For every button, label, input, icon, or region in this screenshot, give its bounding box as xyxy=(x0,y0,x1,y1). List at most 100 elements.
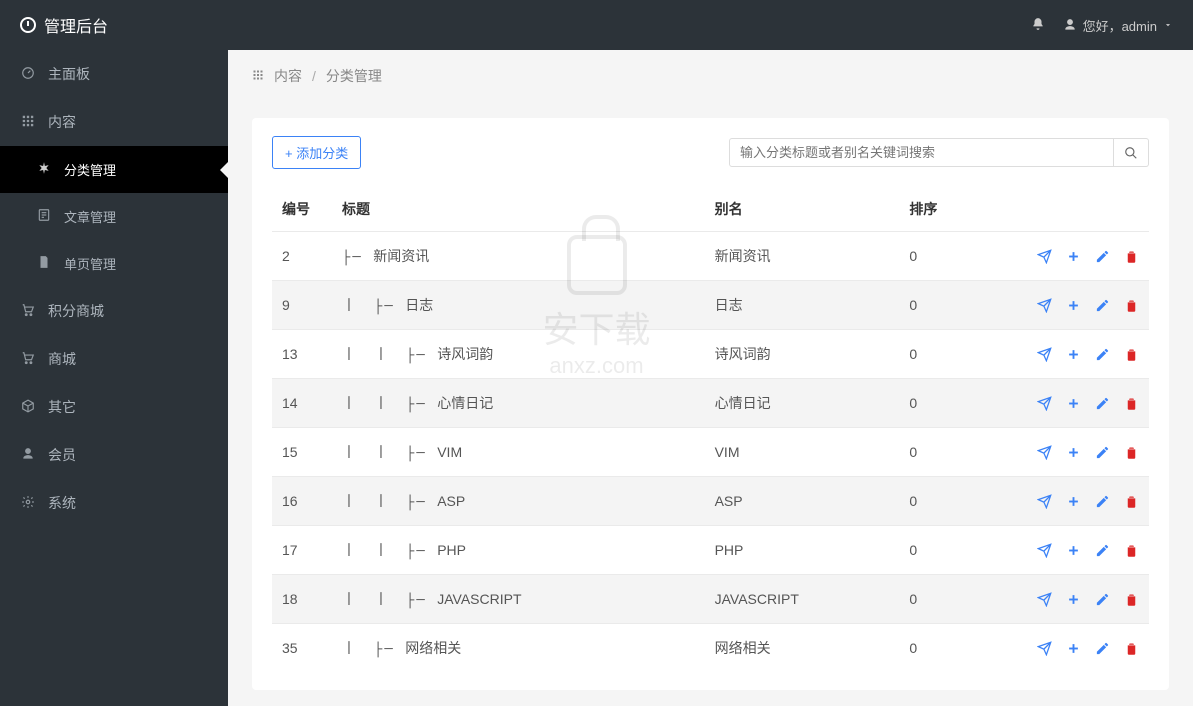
cell-sort: 0 xyxy=(899,330,989,379)
cell-sort: 0 xyxy=(899,624,989,673)
main-content: 内容 / 分类管理 + 添加分类 编号 标题 别名 xyxy=(228,50,1193,706)
edit-icon[interactable] xyxy=(1095,249,1110,264)
plus-icon[interactable] xyxy=(1066,347,1081,362)
edit-icon[interactable] xyxy=(1095,641,1110,656)
search-icon xyxy=(1124,146,1138,160)
search-button[interactable] xyxy=(1114,138,1149,167)
cell-title: 丨 ├─ 网络相关 xyxy=(332,624,705,673)
table-row: 13丨 丨 ├─ 诗风词韵诗风词韵0 xyxy=(272,330,1149,379)
plus-icon[interactable] xyxy=(1066,249,1081,264)
cell-id: 13 xyxy=(272,330,332,379)
cube-icon xyxy=(20,399,36,416)
search-input[interactable] xyxy=(729,138,1114,167)
plus-icon[interactable] xyxy=(1066,396,1081,411)
cell-id: 17 xyxy=(272,526,332,575)
send-icon[interactable] xyxy=(1037,494,1052,509)
send-icon[interactable] xyxy=(1037,641,1052,656)
plus-icon[interactable] xyxy=(1066,445,1081,460)
cell-sort: 0 xyxy=(899,428,989,477)
edit-icon[interactable] xyxy=(1095,592,1110,607)
delete-icon[interactable] xyxy=(1124,543,1139,558)
send-icon[interactable] xyxy=(1037,445,1052,460)
cell-actions xyxy=(989,477,1149,526)
delete-icon[interactable] xyxy=(1124,445,1139,460)
sidebar-item-9[interactable]: 系统 xyxy=(0,479,228,527)
delete-icon[interactable] xyxy=(1124,641,1139,656)
user-menu[interactable]: 您好，admin xyxy=(1063,16,1173,35)
send-icon[interactable] xyxy=(1037,592,1052,607)
cell-actions xyxy=(989,281,1149,330)
sidebar-item-6[interactable]: 商城 xyxy=(0,335,228,383)
cell-alias: ASP xyxy=(705,477,900,526)
sidebar-item-2[interactable]: 分类管理 xyxy=(0,146,228,193)
delete-icon[interactable] xyxy=(1124,396,1139,411)
send-icon[interactable] xyxy=(1037,298,1052,313)
sidebar-item-0[interactable]: 主面板 xyxy=(0,50,228,98)
sidebar-item-5[interactable]: 积分商城 xyxy=(0,287,228,335)
sidebar-item-label: 系统 xyxy=(48,493,76,513)
send-icon[interactable] xyxy=(1037,543,1052,558)
cell-alias: 新闻资讯 xyxy=(705,232,900,281)
cell-title: 丨 丨 ├─ JAVASCRIPT xyxy=(332,575,705,624)
col-header-alias: 别名 xyxy=(705,187,900,232)
sidebar-item-4[interactable]: 单页管理 xyxy=(0,240,228,287)
edit-icon[interactable] xyxy=(1095,347,1110,362)
send-icon[interactable] xyxy=(1037,396,1052,411)
edit-icon[interactable] xyxy=(1095,543,1110,558)
cell-sort: 0 xyxy=(899,575,989,624)
cell-actions xyxy=(989,232,1149,281)
sidebar-item-label: 主面板 xyxy=(48,64,90,84)
clock-icon xyxy=(20,17,36,33)
grid-icon xyxy=(20,114,36,131)
sidebar-item-7[interactable]: 其它 xyxy=(0,383,228,431)
plus-icon[interactable] xyxy=(1066,641,1081,656)
cell-sort: 0 xyxy=(899,281,989,330)
sidebar-item-label: 内容 xyxy=(48,112,76,132)
sidebar-item-label: 单页管理 xyxy=(64,254,116,273)
cell-actions xyxy=(989,330,1149,379)
edit-icon[interactable] xyxy=(1095,396,1110,411)
delete-icon[interactable] xyxy=(1124,347,1139,362)
sidebar-item-3[interactable]: 文章管理 xyxy=(0,193,228,240)
edit-icon[interactable] xyxy=(1095,445,1110,460)
sidebar-item-label: 会员 xyxy=(48,445,76,465)
breadcrumb-root[interactable]: 内容 xyxy=(274,66,302,86)
delete-icon[interactable] xyxy=(1124,494,1139,509)
dashboard-icon xyxy=(20,66,36,83)
table-row: 14丨 丨 ├─ 心情日记心情日记0 xyxy=(272,379,1149,428)
user-icon xyxy=(1063,18,1077,32)
table-row: 35丨 ├─ 网络相关网络相关0 xyxy=(272,624,1149,673)
edit-icon[interactable] xyxy=(1095,494,1110,509)
send-icon[interactable] xyxy=(1037,347,1052,362)
cell-alias: JAVASCRIPT xyxy=(705,575,900,624)
sidebar-item-label: 文章管理 xyxy=(64,207,116,226)
cell-alias: 日志 xyxy=(705,281,900,330)
sidebar-item-8[interactable]: 会员 xyxy=(0,431,228,479)
search-group xyxy=(729,138,1149,167)
user-area: 您好，admin xyxy=(1031,16,1173,35)
cell-title: 丨 丨 ├─ 心情日记 xyxy=(332,379,705,428)
sidebar-item-label: 积分商城 xyxy=(48,301,104,321)
cell-id: 14 xyxy=(272,379,332,428)
delete-icon[interactable] xyxy=(1124,298,1139,313)
cart-icon xyxy=(20,303,36,320)
edit-icon[interactable] xyxy=(1095,298,1110,313)
cell-actions xyxy=(989,526,1149,575)
plus-icon[interactable] xyxy=(1066,494,1081,509)
send-icon[interactable] xyxy=(1037,249,1052,264)
sidebar-item-1[interactable]: 内容 xyxy=(0,98,228,146)
cell-actions xyxy=(989,379,1149,428)
plus-icon[interactable] xyxy=(1066,298,1081,313)
cell-title: 丨 丨 ├─ ASP xyxy=(332,477,705,526)
sidebar-item-label: 其它 xyxy=(48,397,76,417)
delete-icon[interactable] xyxy=(1124,592,1139,607)
add-category-button[interactable]: + 添加分类 xyxy=(272,136,361,169)
cell-alias: 诗风词韵 xyxy=(705,330,900,379)
plus-icon[interactable] xyxy=(1066,592,1081,607)
bell-icon[interactable] xyxy=(1031,17,1045,34)
col-header-title: 标题 xyxy=(332,187,705,232)
plus-icon[interactable] xyxy=(1066,543,1081,558)
table-row: 16丨 丨 ├─ ASPASP0 xyxy=(272,477,1149,526)
cell-alias: PHP xyxy=(705,526,900,575)
delete-icon[interactable] xyxy=(1124,249,1139,264)
